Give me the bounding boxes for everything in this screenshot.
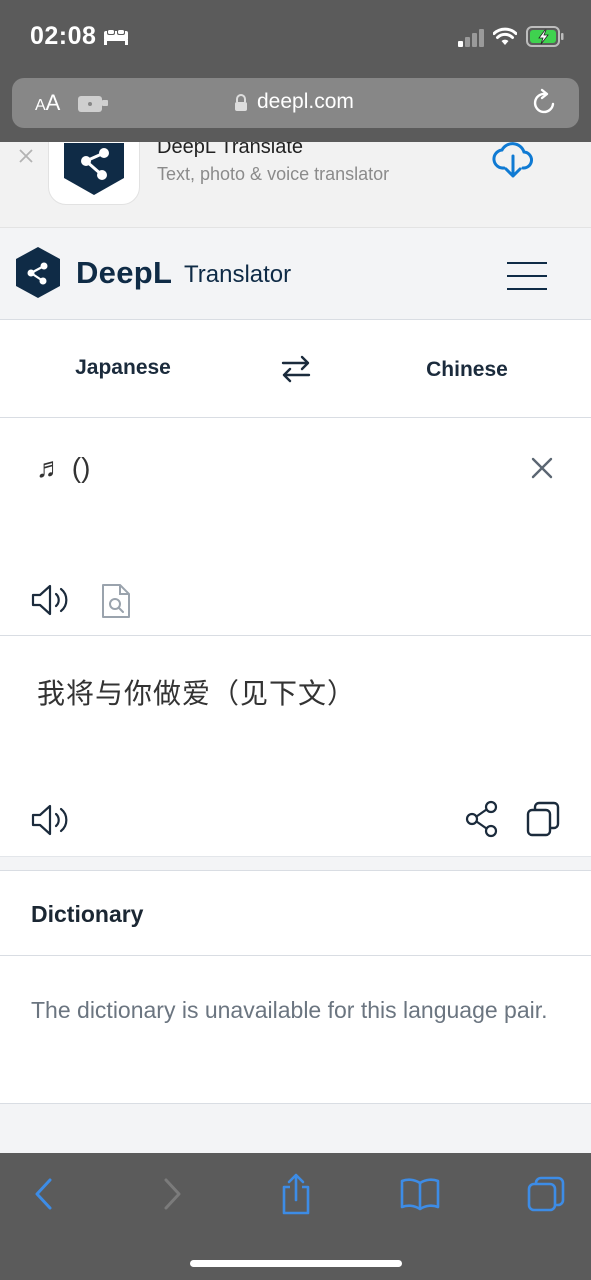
dictionary-title: Dictionary [31, 901, 144, 927]
cellular-signal-icon [458, 28, 486, 53]
extension-icon[interactable] [78, 92, 116, 119]
app-subtitle: Text, photo & voice translator [157, 164, 390, 184]
menu-icon[interactable] [507, 262, 547, 301]
deepl-logo-icon[interactable] [15, 246, 61, 305]
dictionary-header: Dictionary [0, 870, 591, 956]
text-size-button[interactable]: AA [35, 90, 60, 116]
reload-icon[interactable] [532, 88, 558, 121]
brand-name[interactable]: DeepL [76, 255, 172, 291]
speaker-icon[interactable] [30, 582, 70, 623]
browser-chrome: AA deepl.com [0, 72, 591, 142]
brand-product: Translator [184, 261, 292, 288]
status-time: 02:08 [30, 22, 97, 50]
source-panel[interactable]: ♬ () [0, 418, 591, 636]
sleep-mode-icon [103, 28, 129, 51]
forward-icon[interactable] [160, 1177, 184, 1216]
status-bar: 02:08 [0, 0, 591, 72]
app-title: DeepL Translate [157, 142, 304, 158]
dictionary-body: The dictionary is unavailable for this l… [0, 956, 591, 1104]
browser-toolbar [0, 1153, 591, 1280]
copy-icon[interactable] [526, 801, 560, 842]
source-language-button[interactable]: Japanese [0, 356, 246, 380]
source-text-input[interactable]: ♬ () [36, 452, 90, 484]
share-sheet-icon[interactable] [280, 1173, 312, 1220]
share-icon[interactable] [465, 800, 499, 843]
battery-charging-icon [526, 26, 564, 53]
bookmarks-icon[interactable] [400, 1177, 440, 1216]
dictionary-message: The dictionary is unavailable for this l… [31, 997, 548, 1023]
url-domain: deepl.com [257, 90, 354, 113]
language-selector: Japanese Chinese [0, 320, 591, 418]
document-search-icon[interactable] [101, 583, 131, 624]
site-header: DeepL Translator [0, 228, 591, 320]
lock-icon [234, 94, 248, 117]
section-divider [0, 856, 591, 870]
app-store-banner: DeepL Translate Text, photo & voice tran… [0, 142, 591, 228]
app-icon[interactable] [48, 142, 140, 205]
close-icon[interactable] [18, 148, 34, 169]
back-icon[interactable] [32, 1177, 56, 1216]
wifi-icon [492, 27, 518, 52]
cloud-download-icon[interactable] [492, 142, 534, 187]
home-indicator[interactable] [190, 1260, 402, 1267]
swap-languages-icon[interactable] [280, 354, 312, 389]
address-bar[interactable]: AA deepl.com [12, 78, 579, 128]
translation-panel: 我将与你做爱（见下文） [0, 636, 591, 856]
speaker-icon[interactable] [30, 802, 70, 843]
translation-text: 我将与你做爱（见下文） [37, 678, 357, 709]
clear-text-icon[interactable] [531, 457, 553, 484]
target-language-button[interactable]: Chinese [343, 358, 591, 382]
tabs-icon[interactable] [527, 1176, 565, 1219]
